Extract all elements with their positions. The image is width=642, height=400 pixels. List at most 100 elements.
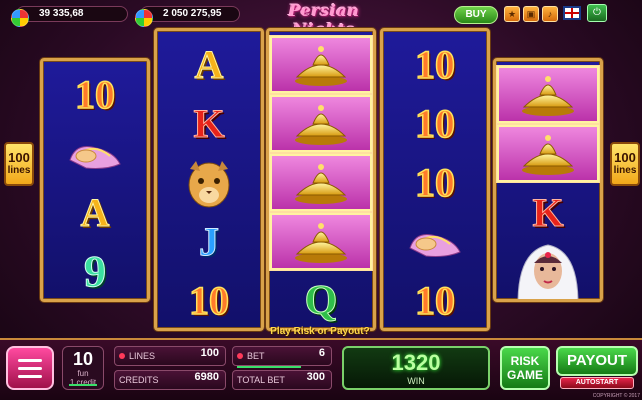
reel-2: A K J 10 bbox=[154, 28, 264, 331]
reel-1: 10 A 9 bbox=[40, 58, 150, 302]
total-bet-field: TOTAL BET 300 bbox=[232, 370, 332, 390]
reel-symbol: K bbox=[496, 183, 600, 242]
jackpot-value: 2 050 275,95 bbox=[163, 8, 222, 19]
lines-selector-mode: fun bbox=[77, 369, 89, 378]
lines-selector-count: 10 bbox=[72, 349, 94, 369]
reel-symbol: J bbox=[157, 212, 261, 271]
menu-line bbox=[18, 366, 42, 370]
reel-symbol: A bbox=[157, 35, 261, 94]
balance-value: 39 335,68 bbox=[39, 8, 84, 19]
reel-symbol bbox=[383, 212, 487, 271]
reel-5: K bbox=[493, 58, 603, 302]
lamp-icon bbox=[295, 45, 347, 86]
reel-symbol bbox=[269, 35, 373, 94]
game-title: Persian Nights bbox=[288, 1, 360, 39]
bottom-bar: 10 fun 1 credit LINES 100 BET 6 CREDITS … bbox=[0, 338, 642, 400]
reel-symbol: 10 bbox=[383, 153, 487, 212]
symbol-10: 10 bbox=[188, 277, 230, 324]
symbol-q: Q bbox=[304, 277, 338, 324]
lion-icon bbox=[188, 160, 230, 207]
lines-dot-icon bbox=[119, 353, 125, 359]
top-bar: 39 335,68 2 050 275,95 Persian Nights BU… bbox=[0, 0, 642, 39]
risk-label-line1: RISK bbox=[510, 354, 540, 368]
exit-icon[interactable]: ⏻ bbox=[587, 4, 607, 22]
uk-flag-icon[interactable] bbox=[563, 6, 581, 20]
lamp-icon bbox=[522, 134, 574, 175]
reel-symbol bbox=[269, 212, 373, 271]
reel-symbol bbox=[269, 153, 373, 212]
reel-symbol: A bbox=[43, 183, 147, 242]
reel-3: Q bbox=[266, 28, 376, 331]
risk-label-line2: GAME bbox=[507, 368, 543, 382]
payout-button[interactable]: PAYOUT bbox=[556, 346, 638, 376]
symbol-k: K bbox=[193, 101, 225, 147]
reel-symbol: 10 bbox=[157, 271, 261, 328]
balance-display: 39 335,68 bbox=[11, 6, 128, 27]
reel-symbol bbox=[157, 153, 261, 212]
reel-4: 10 10 10 10 bbox=[380, 28, 490, 331]
symbol-k: K bbox=[532, 190, 564, 236]
reel-symbol: 10 bbox=[383, 35, 487, 94]
symbol-10: 10 bbox=[414, 277, 456, 324]
credits-field: CREDITS 6980 bbox=[114, 370, 226, 390]
risk-game-button[interactable]: RISK GAME bbox=[500, 346, 550, 390]
total-bet-value: 300 bbox=[306, 371, 325, 383]
credits-value: 6980 bbox=[194, 371, 219, 383]
reel-symbol bbox=[496, 65, 600, 124]
symbol-a: A bbox=[194, 42, 224, 88]
reel-symbol: Q bbox=[269, 271, 373, 328]
menu-line bbox=[18, 358, 42, 362]
lines-badge-label: lines bbox=[7, 165, 31, 176]
lines-badge-label: lines bbox=[613, 165, 637, 176]
autostart-button[interactable]: AUTOSTART bbox=[560, 377, 634, 389]
bet-field[interactable]: BET 6 bbox=[232, 346, 332, 368]
slippers-icon bbox=[69, 145, 121, 169]
reel-symbol: 10 bbox=[383, 271, 487, 328]
sound-icon[interactable]: ♪ bbox=[542, 6, 558, 22]
buy-button[interactable]: BUY bbox=[454, 6, 498, 24]
bet-label: BET bbox=[247, 351, 265, 361]
coin-icon bbox=[135, 9, 153, 27]
credits-label: CREDITS bbox=[119, 375, 159, 385]
win-display: 1320 WIN bbox=[342, 346, 490, 390]
lines-field[interactable]: LINES 100 bbox=[114, 346, 226, 366]
symbol-j: J bbox=[199, 219, 220, 265]
screen-icon[interactable]: ▣ bbox=[523, 6, 539, 22]
symbol-10: 10 bbox=[414, 159, 456, 206]
lines-value: 100 bbox=[200, 347, 219, 359]
symbol-10: 10 bbox=[414, 100, 456, 147]
lines-badge-number: 100 bbox=[614, 150, 636, 165]
risk-prompt: Play Risk or Payout? bbox=[270, 326, 370, 337]
lines-badge-number: 100 bbox=[8, 150, 30, 165]
lines-selector-indicator bbox=[69, 384, 97, 386]
reel-symbol: 10 bbox=[43, 65, 147, 124]
win-amount: 1320 bbox=[391, 350, 441, 375]
jackpot-display: 2 050 275,95 bbox=[135, 6, 240, 27]
reel-symbol bbox=[496, 242, 600, 299]
lines-badge-left: 100 lines bbox=[4, 142, 34, 186]
win-label: WIN bbox=[407, 376, 425, 386]
reel-symbol: 9 bbox=[43, 242, 147, 299]
menu-button[interactable] bbox=[6, 346, 54, 390]
woman-icon bbox=[517, 243, 579, 299]
lines-badge-right: 100 lines bbox=[610, 142, 640, 186]
symbol-10: 10 bbox=[414, 41, 456, 88]
reel-symbol bbox=[269, 94, 373, 153]
symbol-a: A bbox=[80, 190, 110, 236]
lines-label: LINES bbox=[129, 351, 156, 361]
reel-symbol: 10 bbox=[383, 94, 487, 153]
menu-line bbox=[18, 374, 42, 378]
lamp-icon bbox=[295, 104, 347, 145]
bet-dot-icon bbox=[237, 353, 243, 359]
lamp-icon bbox=[295, 222, 347, 263]
total-bet-label: TOTAL BET bbox=[237, 375, 285, 385]
coin-icon bbox=[11, 9, 29, 27]
reel-symbol bbox=[43, 124, 147, 183]
star-icon[interactable]: ★ bbox=[504, 6, 520, 22]
symbol-9: 9 bbox=[84, 247, 107, 297]
lines-selector[interactable]: 10 fun 1 credit bbox=[62, 346, 104, 390]
lamp-icon bbox=[295, 163, 347, 204]
bet-value: 6 bbox=[318, 347, 325, 359]
reel-symbol: K bbox=[157, 94, 261, 153]
copyright-text: COPYRIGHT © 2017 bbox=[592, 393, 640, 399]
